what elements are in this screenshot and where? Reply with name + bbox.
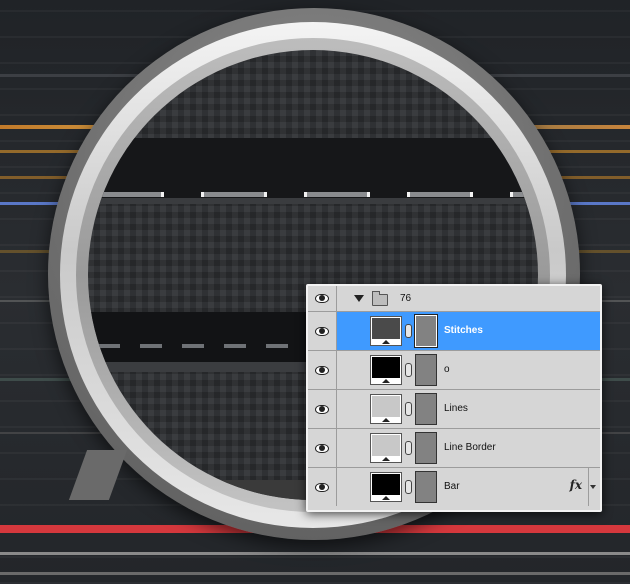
visibility-toggle[interactable] bbox=[308, 351, 337, 389]
visibility-toggle[interactable] bbox=[308, 312, 337, 350]
group-name: 76 bbox=[400, 293, 412, 304]
background-stripe bbox=[0, 552, 630, 555]
dash bbox=[182, 344, 204, 348]
layer-mask-thumbnail[interactable] bbox=[414, 314, 438, 348]
layer-row-o[interactable]: o bbox=[308, 351, 600, 390]
layer-name: Bar bbox=[444, 481, 460, 492]
stitch bbox=[510, 192, 538, 197]
zoomed-dark-band bbox=[88, 138, 538, 198]
dash bbox=[98, 344, 120, 348]
chain-link-icon[interactable] bbox=[405, 402, 412, 416]
eye-icon bbox=[315, 404, 329, 414]
dash bbox=[224, 344, 246, 348]
eye-icon bbox=[315, 294, 329, 303]
chain-link-icon[interactable] bbox=[405, 441, 412, 455]
layer-mask-thumbnail[interactable] bbox=[415, 432, 437, 464]
layer-group-row[interactable]: 76 bbox=[308, 286, 600, 312]
chain-link-icon[interactable] bbox=[405, 324, 412, 338]
dash bbox=[140, 344, 162, 348]
layer-mask-thumbnail[interactable] bbox=[415, 354, 437, 386]
stitch bbox=[201, 192, 267, 197]
visibility-toggle[interactable] bbox=[308, 468, 337, 506]
chain-link-icon[interactable] bbox=[405, 363, 412, 377]
zoomed-stitches bbox=[88, 190, 538, 200]
eye-icon bbox=[315, 443, 329, 453]
fx-icon[interactable]: fx bbox=[570, 478, 582, 492]
visibility-toggle[interactable] bbox=[308, 429, 337, 467]
layer-row-bar[interactable]: Bar fx bbox=[308, 468, 600, 506]
eye-icon bbox=[315, 365, 329, 375]
layer-mask-thumbnail[interactable] bbox=[415, 471, 437, 503]
layer-row-stitches[interactable]: Stitches bbox=[308, 312, 600, 351]
chain-link-icon[interactable] bbox=[405, 480, 412, 494]
stitch bbox=[304, 192, 370, 197]
layer-row-line-border[interactable]: Line Border bbox=[308, 429, 600, 468]
stitch bbox=[98, 192, 164, 197]
eye-icon bbox=[315, 482, 329, 492]
layer-thumbnail bbox=[370, 433, 402, 463]
visibility-toggle[interactable] bbox=[308, 390, 337, 428]
layer-mask-thumbnail[interactable] bbox=[415, 393, 437, 425]
dash bbox=[266, 344, 288, 348]
visibility-toggle[interactable] bbox=[308, 286, 337, 311]
layer-thumbnail bbox=[370, 394, 402, 424]
layer-name: Line Border bbox=[444, 442, 496, 453]
layer-row-lines[interactable]: Lines bbox=[308, 390, 600, 429]
layer-thumbnail bbox=[370, 355, 402, 385]
chevron-down-icon[interactable] bbox=[590, 485, 596, 489]
stitch bbox=[407, 192, 473, 197]
layers-panel: 76 Stitches o Lines Line Border Bar fx bbox=[306, 284, 602, 512]
layer-thumbnail bbox=[370, 316, 402, 346]
background-stripe bbox=[0, 572, 630, 575]
folder-icon bbox=[372, 291, 388, 306]
layer-name: Stitches bbox=[444, 325, 483, 336]
layer-name: Lines bbox=[444, 403, 468, 414]
layer-name: o bbox=[444, 364, 450, 375]
triangle-down-icon[interactable] bbox=[354, 295, 364, 302]
eye-icon bbox=[315, 326, 329, 336]
divider bbox=[588, 468, 589, 506]
layer-thumbnail bbox=[370, 472, 402, 502]
